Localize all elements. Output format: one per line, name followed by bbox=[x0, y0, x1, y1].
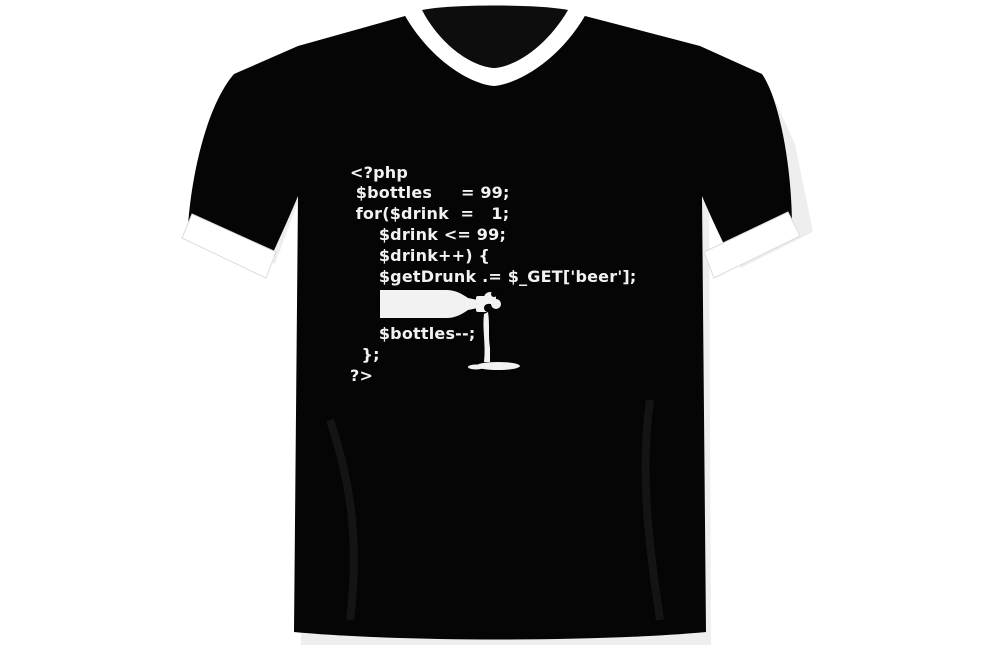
code-line: $bottles = 99; bbox=[350, 183, 510, 202]
code-line: ?> bbox=[350, 366, 374, 385]
product-image: <?php $bottles = 99; for($drink = 1; $dr… bbox=[0, 0, 1000, 663]
code-line: $drink <= 99; bbox=[350, 225, 507, 244]
code-line: <?php bbox=[350, 163, 408, 182]
code-line: for($drink = 1; bbox=[350, 204, 510, 223]
code-line: $drink++) { bbox=[350, 246, 491, 265]
pouring-bottle-icon bbox=[380, 290, 520, 370]
